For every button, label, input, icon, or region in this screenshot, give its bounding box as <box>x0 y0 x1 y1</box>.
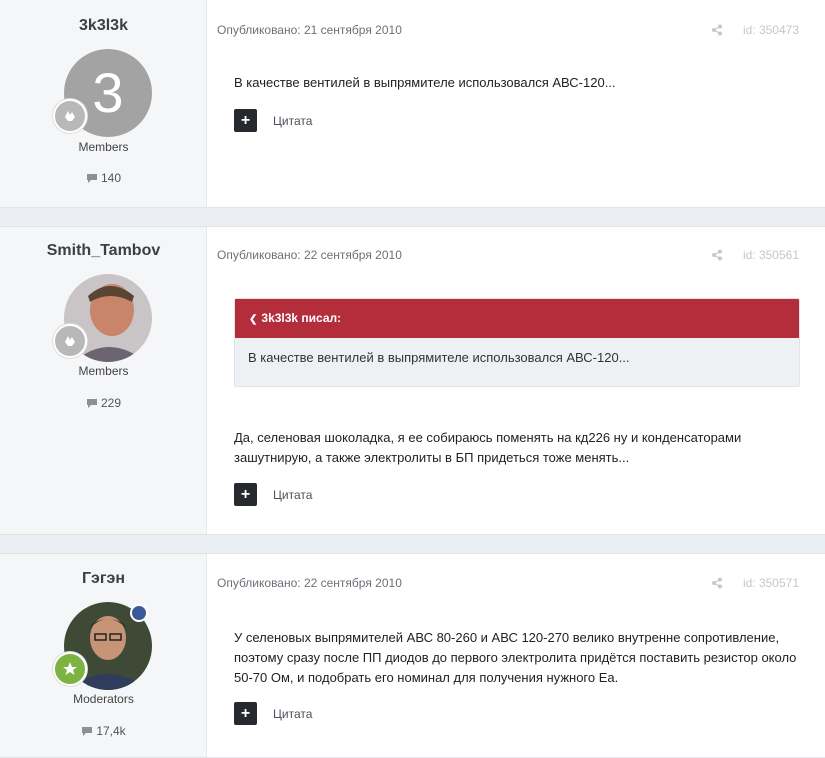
author-name[interactable]: Гэгэн <box>0 570 207 588</box>
share-icon[interactable] <box>711 24 723 36</box>
author-group: Members <box>78 140 129 154</box>
post: 3k3l3k 3 Members 140 Опубликовано: 21 се… <box>0 0 825 208</box>
post-actions: + Цитата <box>234 109 312 132</box>
post-body: У селеновых выпрямителей АВС 80-260 и АВ… <box>234 630 797 685</box>
rank-badge-icon <box>53 324 87 358</box>
post-id[interactable]: id: 350561 <box>743 248 799 262</box>
avatar-container: 3 <box>53 49 152 137</box>
post-tools: id: 350561 <box>711 248 799 262</box>
post-count-value: 140 <box>100 171 122 185</box>
quote-button[interactable]: Цитата <box>273 488 312 502</box>
author-panel: Гэгэн Moderators 17,4k <box>0 554 207 757</box>
comment-icon <box>82 727 93 736</box>
post-actions: + Цитата <box>234 702 312 725</box>
multiquote-plus-button[interactable]: + <box>234 702 257 725</box>
post-id[interactable]: id: 350571 <box>743 576 799 590</box>
post-tools: id: 350473 <box>711 23 799 37</box>
author-group: Members <box>78 364 129 378</box>
author-group: Moderators <box>73 692 134 706</box>
quote-block: ❮ 3k3l3k писал: В качестве вентилей в вып… <box>234 298 800 387</box>
quote-author: 3k3l3k писал: <box>261 311 342 325</box>
author-panel: 3k3l3k 3 Members 140 <box>0 0 207 207</box>
comment-icon <box>86 174 97 183</box>
post-id[interactable]: id: 350473 <box>743 23 799 37</box>
author-name[interactable]: Smith_Tambov <box>0 242 207 260</box>
post-body: В качестве вентилей в выпрямителе исполь… <box>234 75 616 90</box>
post: Гэгэн Moderators 17,4k Опубликовано: 22 … <box>0 553 825 758</box>
moderator-badge-icon <box>130 604 148 622</box>
star-rank-icon <box>53 652 87 686</box>
quote-text: В качестве вентилей в выпрямителе исполь… <box>235 338 799 386</box>
share-icon[interactable] <box>711 249 723 261</box>
quote-button[interactable]: Цитата <box>273 114 312 128</box>
post-count-value: 17,4k <box>96 724 126 738</box>
quote-header[interactable]: ❮ 3k3l3k писал: <box>235 299 799 338</box>
author-name[interactable]: 3k3l3k <box>0 17 207 35</box>
avatar-container <box>53 602 152 690</box>
post-date[interactable]: Опубликовано: 21 сентября 2010 <box>217 23 402 37</box>
chevron-down-icon: ❮ <box>249 314 258 325</box>
post-count: 17,4k <box>0 724 207 738</box>
post-tools: id: 350571 <box>711 576 799 590</box>
comment-icon <box>86 399 97 408</box>
quote-button[interactable]: Цитата <box>273 707 312 721</box>
post-actions: + Цитата <box>234 483 312 506</box>
post-body: Да, селеновая шоколадка, я ее собираюсь … <box>234 430 742 465</box>
multiquote-plus-button[interactable]: + <box>234 109 257 132</box>
post-count: 229 <box>0 396 207 410</box>
rank-badge-icon <box>53 99 87 133</box>
post: Smith_Tambov Members 229 Опубликовано: 2… <box>0 226 825 535</box>
share-icon[interactable] <box>711 577 723 589</box>
avatar-container <box>53 274 152 362</box>
author-panel: Smith_Tambov Members 229 <box>0 227 207 534</box>
post-date[interactable]: Опубликовано: 22 сентября 2010 <box>217 248 402 262</box>
multiquote-plus-button[interactable]: + <box>234 483 257 506</box>
post-date[interactable]: Опубликовано: 22 сентября 2010 <box>217 576 402 590</box>
post-count: 140 <box>0 171 207 185</box>
post-count-value: 229 <box>100 396 122 410</box>
